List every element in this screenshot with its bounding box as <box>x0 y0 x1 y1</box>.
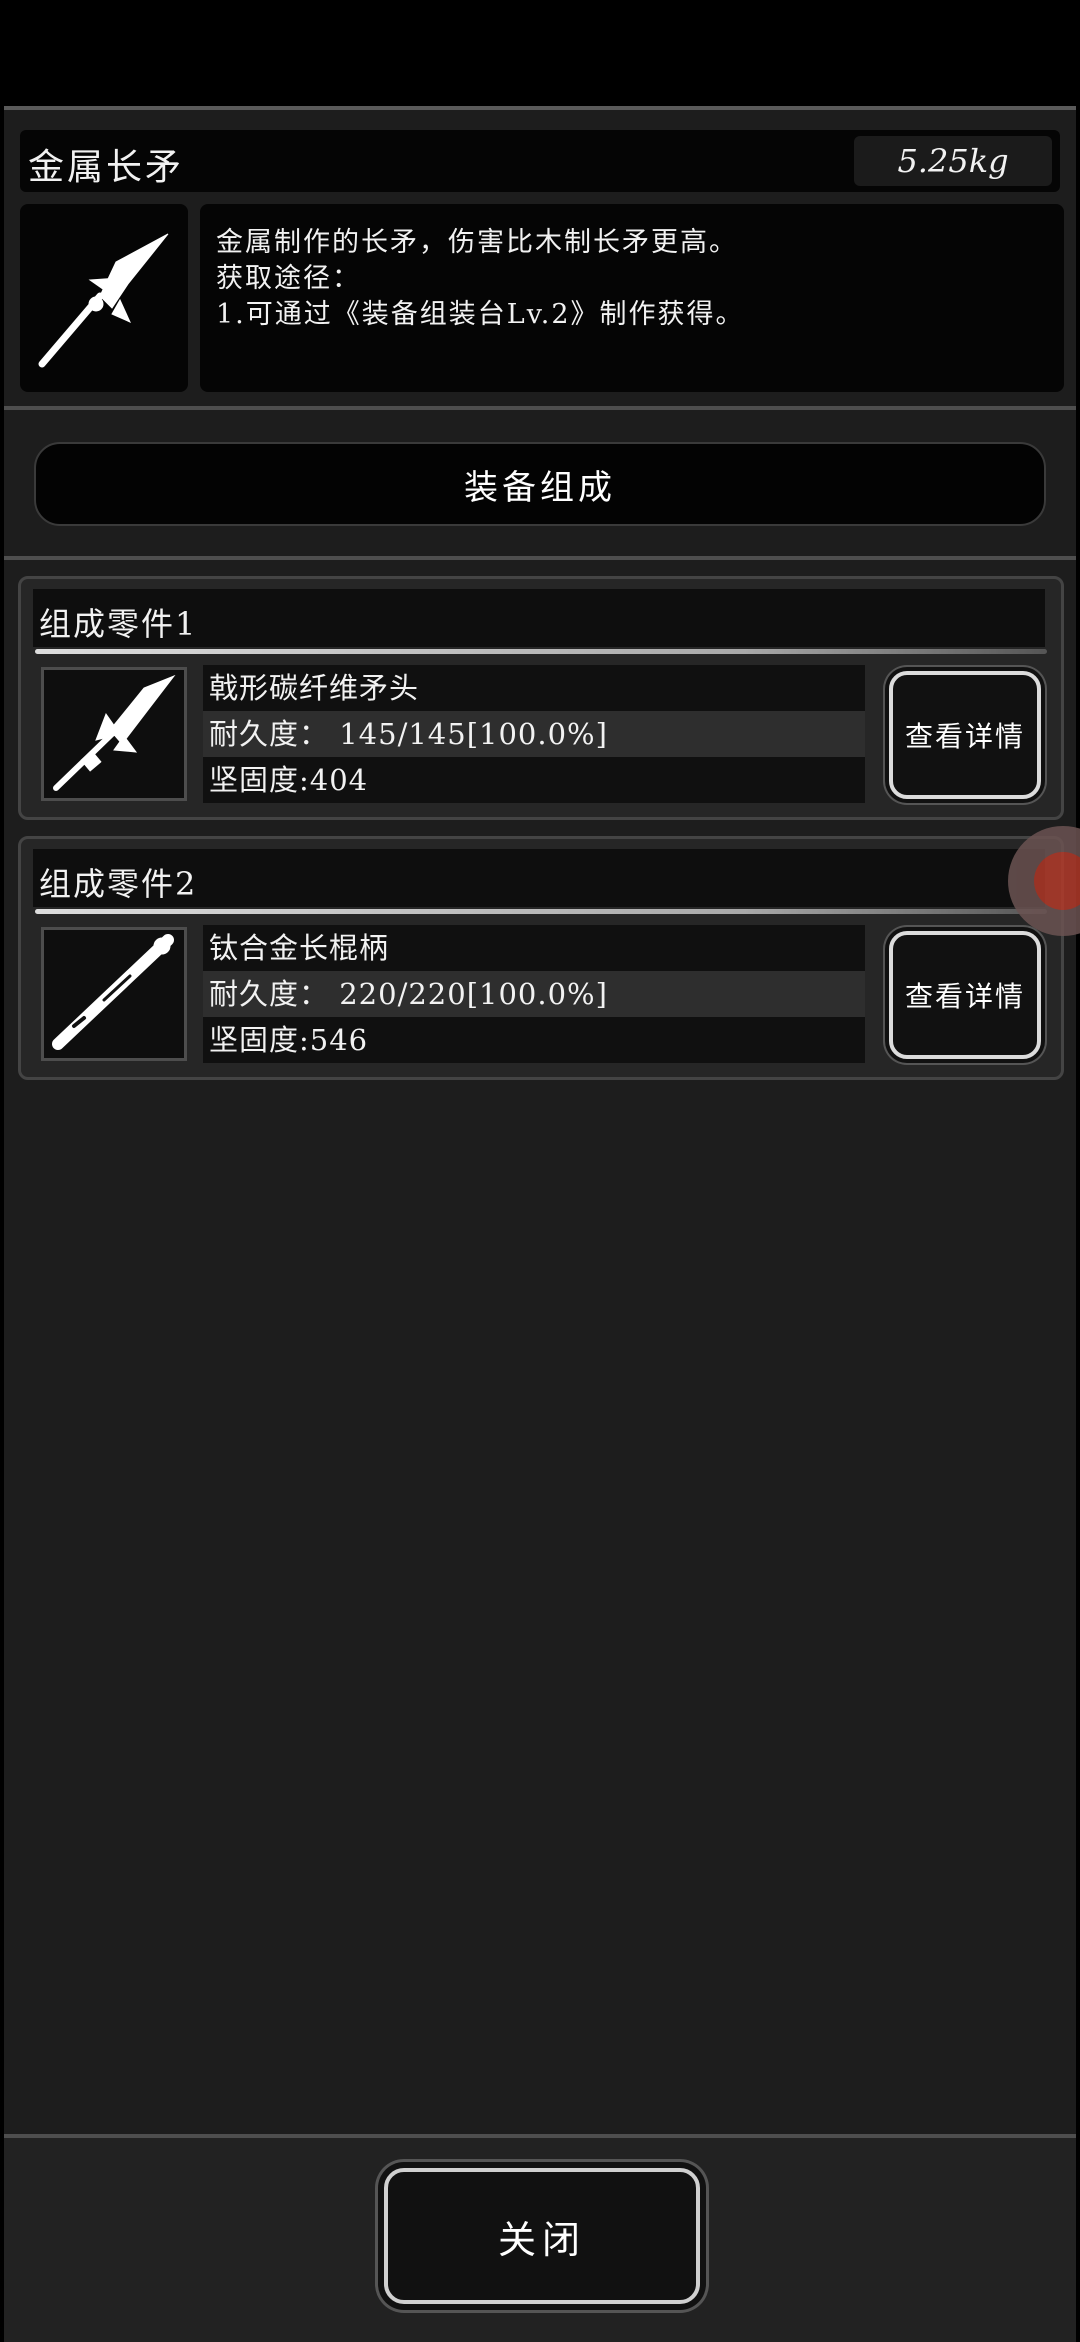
item-description: 金属制作的长矛，伤害比木制长矛更高。 获取途径： 1.可通过《装备组装台Lv.2… <box>200 204 1064 392</box>
part-durability: 耐久度： 220/220[100.0%] <box>203 971 865 1017</box>
part-icon-frame <box>41 927 187 1061</box>
part-hardness: 坚固度:546 <box>203 1017 865 1063</box>
view-details-button[interactable]: 查看详情 <box>889 931 1041 1059</box>
part-name: 戟形碳纤维矛头 <box>203 665 865 711</box>
part-icon-frame <box>41 667 187 801</box>
part-hardness: 坚固度:404 <box>203 757 865 803</box>
close-button[interactable]: 关闭 <box>384 2168 700 2304</box>
item-header: 金属长矛 5.25kg <box>20 130 1060 192</box>
divider <box>4 556 1076 560</box>
part-info: 戟形碳纤维矛头 耐久度： 145/145[100.0%] 坚固度:404 <box>203 665 865 805</box>
part-name: 钛合金长棍柄 <box>203 925 865 971</box>
item-icon-frame <box>20 204 188 392</box>
spearhead-icon <box>53 674 176 791</box>
item-name: 金属长矛 <box>28 147 185 188</box>
footer-bar: 关闭 <box>4 2134 1076 2342</box>
part-title-bar: 组成零件2 <box>33 849 1045 907</box>
spear-icon <box>38 233 169 368</box>
part-title-bar: 组成零件1 <box>33 589 1045 647</box>
item-detail-panel: 金属长矛 5.25kg 金属制作的长矛，伤害比木制长矛更高。 获取途径： 1.可… <box>4 106 1076 2136</box>
floating-ball-icon <box>1034 852 1080 910</box>
part-title: 组成零件2 <box>39 865 198 903</box>
description-line: 1.可通过《装备组装台Lv.2》制作获得。 <box>216 299 745 330</box>
part-card: 组成零件1 戟形碳纤维矛头 耐久度： 145/145[100.0%] 坚固度:4… <box>18 576 1064 820</box>
staff-handle-icon <box>52 934 174 1050</box>
part-durability: 耐久度： 145/145[100.0%] <box>203 711 865 757</box>
part-card: 组成零件2 钛合金长棍柄 耐久度： 220/220[100.0%] 坚固度:54… <box>18 836 1064 1080</box>
view-details-button[interactable]: 查看详情 <box>889 671 1041 799</box>
item-weight: 5.25kg <box>854 136 1052 186</box>
part-underline <box>35 649 1047 654</box>
part-underline <box>35 909 1047 914</box>
description-line: 获取途径： <box>216 263 361 294</box>
description-line: 金属制作的长矛，伤害比木制长矛更高。 <box>216 227 738 258</box>
part-title: 组成零件1 <box>39 605 198 643</box>
part-info: 钛合金长棍柄 耐久度： 220/220[100.0%] 坚固度:546 <box>203 925 865 1065</box>
equipment-composition-button[interactable]: 装备组成 <box>34 442 1046 526</box>
divider <box>4 406 1076 410</box>
